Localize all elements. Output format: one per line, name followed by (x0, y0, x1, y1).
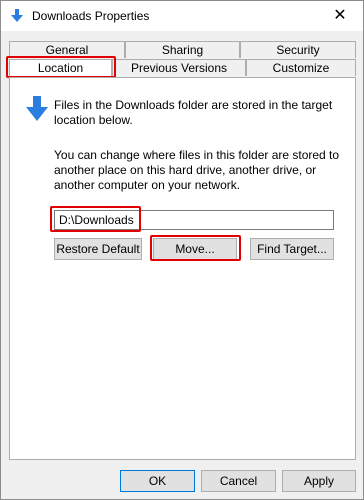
ok-button[interactable]: OK (120, 470, 195, 492)
tab-strip: General Sharing Security Location Previo… (9, 41, 356, 77)
apply-button[interactable]: Apply (282, 470, 356, 492)
tab-sharing[interactable]: Sharing (125, 41, 240, 58)
location-instructions: You can change where files in this folde… (54, 148, 340, 192)
title-bar: Downloads Properties ✕ (1, 1, 363, 31)
download-arrow-icon (11, 9, 23, 22)
location-panel: Files in the Downloads folder are stored… (9, 77, 356, 460)
tab-general[interactable]: General (9, 41, 125, 58)
move-button[interactable]: Move... (153, 238, 237, 260)
find-target-button[interactable]: Find Target... (250, 238, 334, 260)
location-description: Files in the Downloads folder are stored… (54, 98, 333, 127)
close-icon: ✕ (333, 7, 347, 24)
tab-previous-versions[interactable]: Previous Versions (112, 59, 246, 76)
tab-customize[interactable]: Customize (246, 59, 356, 76)
close-button[interactable]: ✕ (317, 1, 363, 31)
window-title: Downloads Properties (32, 9, 150, 23)
location-path-input[interactable] (54, 210, 334, 230)
properties-dialog: Downloads Properties ✕ General Sharing S… (0, 0, 364, 500)
tab-location[interactable]: Location (9, 59, 112, 76)
download-arrow-icon (26, 96, 48, 121)
cancel-button[interactable]: Cancel (201, 470, 276, 492)
restore-default-button[interactable]: Restore Default (54, 238, 142, 260)
tab-security[interactable]: Security (240, 41, 356, 58)
